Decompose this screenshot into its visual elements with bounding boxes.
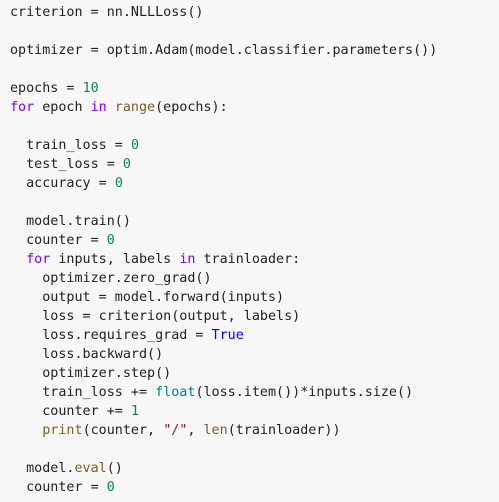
- code-token-plain: trainloader:: [195, 252, 301, 267]
- code-line: loss.backward(): [10, 345, 437, 364]
- code-line: accuracy = 0: [10, 174, 437, 193]
- code-line: for epoch in range(epochs):: [10, 98, 437, 117]
- code-token-plain: (epochs):: [155, 100, 228, 115]
- code-line: test_loss = 0: [10, 155, 437, 174]
- code-token-kw: in: [90, 100, 107, 115]
- code-line: optimizer = optim.Adam(model.classifier.…: [10, 41, 437, 60]
- code-line: counter = 0: [10, 478, 437, 497]
- code-token-plain: counter =: [10, 233, 107, 248]
- code-token-str: "/": [163, 423, 188, 438]
- code-line: counter += 1: [10, 402, 437, 421]
- code-token-kw: for: [10, 100, 35, 115]
- code-token-num: 1: [130, 404, 139, 419]
- code-line: for inputs, labels in trainloader:: [10, 250, 437, 269]
- code-token-plain: epoch: [34, 100, 91, 115]
- code-token-plain: model.: [10, 461, 75, 476]
- code-token-num: 10: [82, 81, 99, 96]
- code-token-plain: loss = criterion(output, labels): [10, 309, 301, 324]
- code-line: loss.requires_grad = True: [10, 326, 437, 345]
- code-line: train_loss += float(loss.item())*inputs.…: [10, 383, 437, 402]
- code-token-num: 0: [122, 157, 131, 172]
- code-token-kw: in: [179, 252, 196, 267]
- code-line: model.train(): [10, 212, 437, 231]
- code-token-plain: (): [106, 461, 123, 476]
- code-token-kw: for: [26, 252, 51, 267]
- code-line: criterion = nn.NLLLoss(): [10, 3, 437, 22]
- code-line: train_loss = 0: [10, 136, 437, 155]
- code-token-func: range: [114, 100, 156, 115]
- code-token-plain: loss.requires_grad =: [10, 328, 212, 343]
- code-token-plain: model.train(): [10, 214, 131, 229]
- code-token-plain: train_loss =: [10, 138, 131, 153]
- code-token-num: 0: [106, 233, 115, 248]
- code-token-plain: optimizer.zero_grad(): [10, 271, 212, 286]
- code-token-const: True: [211, 328, 244, 343]
- code-token-num: 0: [114, 176, 123, 191]
- code-token-plain: criterion = nn.NLLLoss(): [10, 5, 204, 20]
- code-line: model.eval(): [10, 459, 437, 478]
- code-line: counter = 0: [10, 231, 437, 250]
- code-token-builtin: float: [155, 385, 196, 400]
- code-token-plain: ,: [187, 423, 204, 438]
- code-line: loss = criterion(output, labels): [10, 307, 437, 326]
- code-line: optimizer.zero_grad(): [10, 269, 437, 288]
- code-line: epochs = 10: [10, 79, 437, 98]
- code-line: optimizer.step(): [10, 364, 437, 383]
- code-token-func: print: [42, 423, 83, 438]
- code-token-func: len: [203, 423, 228, 438]
- code-token-plain: train_loss +=: [10, 385, 156, 400]
- code-token-plain: accuracy =: [10, 176, 115, 191]
- code-token-plain: counter +=: [10, 404, 131, 419]
- code-token-plain: optimizer.step(): [10, 366, 172, 381]
- code-token-func: eval: [74, 461, 107, 476]
- code-token-num: 0: [130, 138, 139, 153]
- code-token-plain: output = model.forward(inputs): [10, 290, 285, 305]
- code-line: output = model.forward(inputs): [10, 288, 437, 307]
- code-token-plain: (counter,: [82, 423, 164, 438]
- code-token-num: 0: [106, 480, 115, 495]
- code-token-plain: epochs =: [10, 81, 83, 96]
- code-line: print(counter, "/", len(trainloader)): [10, 421, 437, 440]
- code-token-plain: (loss.item())*inputs.size(): [195, 385, 414, 400]
- code-cell[interactable]: criterion = nn.NLLLoss() optimizer = opt…: [0, 0, 499, 502]
- code-token-plain: loss.backward(): [10, 347, 164, 362]
- code-block[interactable]: criterion = nn.NLLLoss() optimizer = opt…: [10, 3, 437, 497]
- code-token-plain: optimizer = optim.Adam(model.classifier.…: [10, 43, 438, 58]
- code-token-plain: test_loss =: [10, 157, 123, 172]
- code-token-plain: counter =: [10, 480, 107, 495]
- code-token-plain: inputs, labels: [50, 252, 180, 267]
- code-token-plain: (trainloader)): [227, 423, 341, 438]
